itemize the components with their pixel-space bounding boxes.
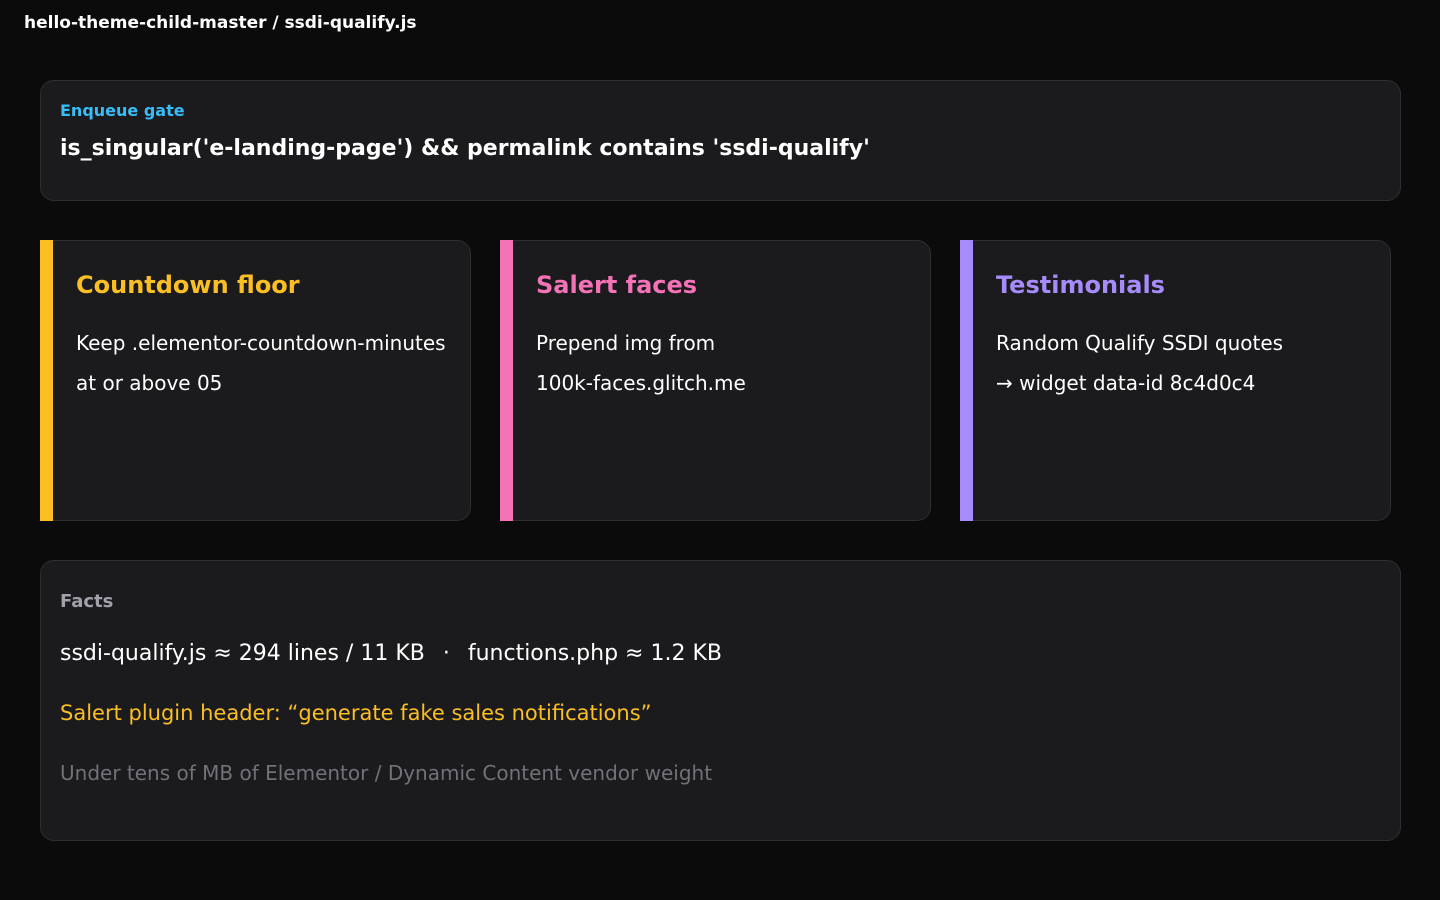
card-text-line: 100k-faces.glitch.me — [536, 371, 746, 395]
enqueue-gate-label: Enqueue gate — [60, 101, 185, 120]
card-text-line: Random Qualify SSDI quotes — [996, 331, 1284, 355]
separator-dot: · — [442, 641, 450, 666]
card-countdown-floor: Countdown floor Keep .elementor-countdow… — [40, 240, 471, 521]
card-title: Testimonials — [996, 271, 1165, 299]
card-accent-bar — [960, 240, 973, 521]
card-title: Salert faces — [536, 271, 698, 299]
ssdi-qualify-size: ssdi-qualify.js ≈ 294 lines / 11 KB — [60, 641, 425, 666]
card-testimonials: Testimonials Random Qualify SSDI quotes … — [960, 240, 1391, 521]
enqueue-gate-panel: Enqueue gate is_singular('e-landing-page… — [40, 80, 1401, 201]
functions-php-size: functions.php ≈ 1.2 KB — [467, 641, 722, 666]
facts-label: Facts — [60, 591, 114, 612]
card-text-line: Prepend img from — [536, 331, 716, 355]
file-sizes-line: ssdi-qualify.js ≈ 294 lines / 11 KB · func… — [60, 641, 722, 666]
facts-panel: Facts ssdi-qualify.js ≈ 294 lines / 11 K… — [40, 560, 1401, 841]
breadcrumb: hello-theme-child-master / ssdi-qualify.… — [24, 13, 417, 33]
card-text-line: → widget data-id 8c4d0c4 — [996, 371, 1256, 395]
card-accent-bar — [40, 240, 53, 521]
salert-header-line: Salert plugin header: “generate fake sal… — [60, 701, 652, 725]
vendor-weight-note: Under tens of MB of Elementor / Dynamic … — [60, 761, 713, 785]
card-text-line: Keep .elementor-countdown-minutes — [76, 331, 446, 355]
card-title: Countdown floor — [76, 271, 300, 299]
enqueue-gate-expression: is_singular('e-landing-page') && permali… — [60, 136, 870, 161]
card-accent-bar — [500, 240, 513, 521]
card-salert-faces: Salert faces Prepend img from 100k-faces… — [500, 240, 931, 521]
card-text-line: at or above 05 — [76, 371, 223, 395]
